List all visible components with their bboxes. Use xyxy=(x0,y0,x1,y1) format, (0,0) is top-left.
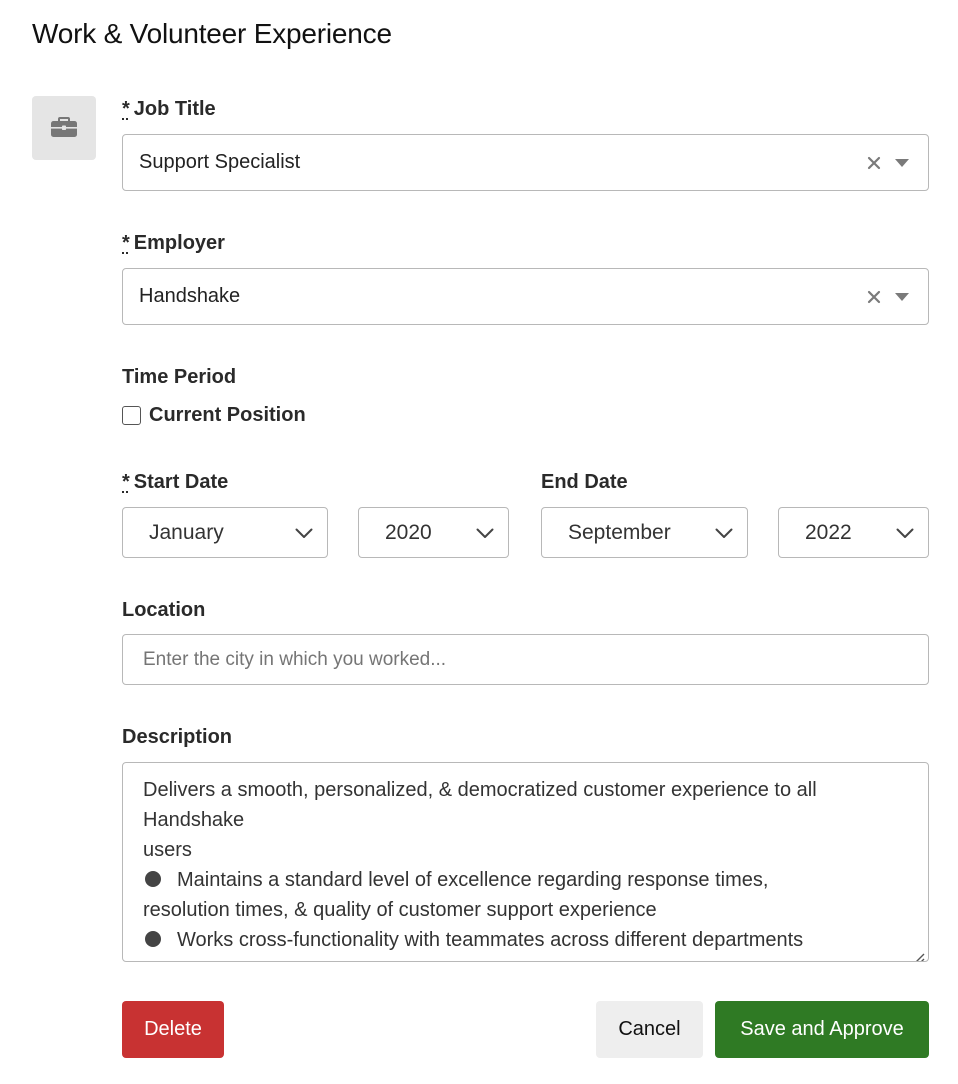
close-icon[interactable] xyxy=(862,285,886,309)
resize-handle-icon[interactable] xyxy=(911,944,925,961)
end-year-value: 2022 xyxy=(805,520,852,544)
end-year-select[interactable]: 2022 xyxy=(778,507,929,558)
chevron-down-icon xyxy=(896,521,914,545)
cancel-button[interactable]: Cancel xyxy=(596,1001,703,1058)
close-icon[interactable] xyxy=(862,151,886,175)
description-bullet-line: Works cross-functionality with teammates… xyxy=(143,925,908,955)
bullet-icon xyxy=(145,931,161,947)
start-month-select[interactable]: January xyxy=(122,507,328,558)
job-title-label: * Job Title xyxy=(122,98,216,121)
required-marker: * xyxy=(122,98,130,120)
description-textarea[interactable]: Delivers a smooth, personalized, & democ… xyxy=(122,762,929,962)
employer-label-text: Employer xyxy=(133,232,225,254)
required-marker: * xyxy=(122,232,130,254)
save-and-approve-button[interactable]: Save and Approve xyxy=(715,1001,929,1058)
time-period-label: Time Period xyxy=(122,366,237,388)
page-title: Work & Volunteer Experience xyxy=(32,18,392,49)
end-month-value: September xyxy=(568,520,671,544)
chevron-down-icon xyxy=(476,521,494,545)
required-marker: * xyxy=(122,471,130,493)
description-line-text: Maintains a standard level of excellence… xyxy=(177,869,769,891)
current-position-row[interactable]: Current Position xyxy=(122,404,306,427)
job-title-value: Support Specialist xyxy=(139,151,301,173)
end-month-select[interactable]: September xyxy=(541,507,748,558)
job-title-combobox[interactable]: Support Specialist xyxy=(122,134,929,191)
description-line-text: Works cross-functionality with teammates… xyxy=(177,929,804,951)
employer-combobox[interactable]: Handshake xyxy=(122,268,929,325)
start-date-label-text: Start Date xyxy=(133,471,229,493)
current-position-checkbox[interactable] xyxy=(122,406,141,425)
delete-button[interactable]: Delete xyxy=(122,1001,224,1058)
start-year-select[interactable]: 2020 xyxy=(358,507,509,558)
start-month-value: January xyxy=(149,520,224,544)
description-line: resolution times, & quality of customer … xyxy=(143,899,657,921)
briefcase-icon xyxy=(50,114,78,143)
triangle-down-icon[interactable] xyxy=(892,287,912,307)
end-date-label: End Date xyxy=(541,471,628,493)
job-title-label-text: Job Title xyxy=(133,98,216,120)
employer-value: Handshake xyxy=(139,285,241,307)
location-label: Location xyxy=(122,599,206,621)
location-input[interactable] xyxy=(122,634,929,685)
start-year-value: 2020 xyxy=(385,520,432,544)
description-line: Delivers a smooth, personalized, & democ… xyxy=(143,779,817,801)
description-line: Handshake xyxy=(143,809,245,831)
chevron-down-icon xyxy=(295,521,313,545)
current-position-label[interactable]: Current Position xyxy=(149,404,306,427)
description-label: Description xyxy=(122,726,233,748)
start-date-label: * Start Date xyxy=(122,471,228,494)
description-bullet-line: Maintains a standard level of excellence… xyxy=(143,865,908,895)
chevron-down-icon xyxy=(715,521,733,545)
employer-label: * Employer xyxy=(122,232,225,255)
triangle-down-icon[interactable] xyxy=(892,153,912,173)
section-icon-tile xyxy=(32,96,96,160)
description-line: users xyxy=(143,839,192,861)
bullet-icon xyxy=(145,871,161,887)
